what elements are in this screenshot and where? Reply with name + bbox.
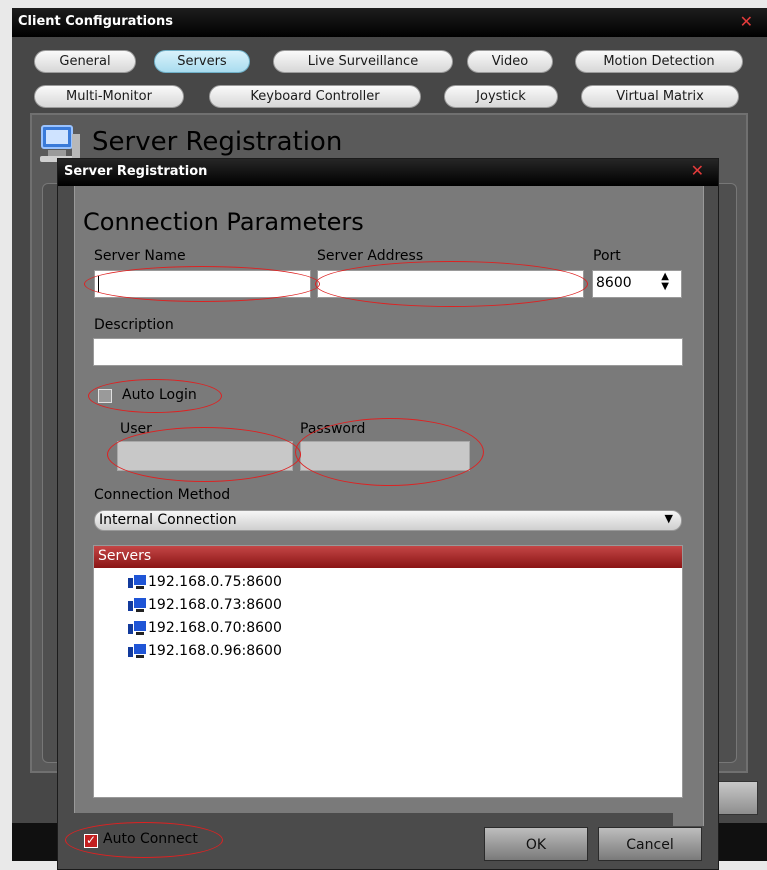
tab-keyboard-controller[interactable]: Keyboard Controller — [209, 85, 421, 108]
auto-login-checkbox[interactable] — [98, 389, 112, 403]
spin-arrows-icon[interactable]: ▲ ▼ — [661, 272, 669, 292]
server-list[interactable]: Servers 192.168.0.75:8600 192.168.0.73:8… — [93, 545, 683, 798]
monitor-icon — [128, 644, 146, 658]
monitor-icon — [128, 598, 146, 612]
auto-connect-label: Auto Connect — [103, 831, 198, 847]
port-value: 8600 — [596, 275, 632, 291]
server-address: 192.168.0.96:8600 — [148, 643, 282, 659]
chevron-down-icon[interactable]: ▼ — [665, 512, 673, 525]
list-item[interactable]: 192.168.0.75:8600 — [128, 574, 282, 597]
tab-live-surveillance[interactable]: Live Surveillance — [273, 50, 453, 73]
server-name-label: Server Name — [94, 248, 186, 264]
outer-action-button[interactable] — [718, 781, 758, 815]
user-label: User — [120, 421, 152, 437]
server-name-input[interactable] — [94, 270, 311, 298]
description-input[interactable] — [93, 338, 683, 366]
port-stepper[interactable]: 8600 ▲ ▼ — [592, 270, 682, 298]
tab-video[interactable]: Video — [467, 50, 553, 73]
outer-page-title: Server Registration — [92, 127, 343, 157]
server-address: 192.168.0.70:8600 — [148, 620, 282, 636]
window-title: Client Configurations — [18, 14, 173, 29]
user-input[interactable] — [117, 441, 293, 471]
text-cursor — [98, 276, 99, 292]
list-item[interactable]: 192.168.0.70:8600 — [128, 620, 282, 643]
close-icon[interactable]: ✕ — [691, 161, 704, 180]
tab-joystick[interactable]: Joystick — [444, 85, 558, 108]
connection-method-value: Internal Connection — [99, 512, 237, 528]
server-address: 192.168.0.73:8600 — [148, 597, 282, 613]
server-address-label: Server Address — [317, 248, 424, 264]
tab-multi-monitor[interactable]: Multi-Monitor — [34, 85, 184, 108]
cancel-button[interactable]: Cancel — [598, 827, 702, 861]
window-titlebar: Client Configurations ✕ — [12, 8, 767, 37]
server-address: 192.168.0.75:8600 — [148, 574, 282, 590]
port-label: Port — [593, 248, 621, 264]
connection-method-label: Connection Method — [94, 487, 231, 503]
ok-button[interactable]: OK — [484, 827, 588, 861]
dialog-title: Server Registration — [64, 164, 208, 179]
password-input[interactable] — [300, 441, 470, 471]
monitor-icon — [128, 621, 146, 635]
dialog-heading: Connection Parameters — [83, 208, 364, 236]
password-label: Password — [300, 421, 366, 437]
description-label: Description — [94, 317, 174, 333]
connection-method-select[interactable]: Internal Connection ▼ — [94, 510, 682, 531]
auto-connect-checkbox[interactable] — [84, 833, 98, 848]
close-icon[interactable]: ✕ — [740, 12, 753, 31]
tab-servers[interactable]: Servers — [154, 50, 250, 73]
tab-general[interactable]: General — [34, 50, 136, 73]
tab-motion-detection[interactable]: Motion Detection — [575, 50, 743, 73]
list-item[interactable]: 192.168.0.96:8600 — [128, 643, 282, 666]
tab-virtual-matrix[interactable]: Virtual Matrix — [581, 85, 739, 108]
monitor-icon — [128, 575, 146, 589]
auto-login-label: Auto Login — [122, 387, 197, 403]
list-item[interactable]: 192.168.0.73:8600 — [128, 597, 282, 620]
dialog-titlebar: Server Registration ✕ — [58, 159, 718, 186]
server-list-items: 192.168.0.75:8600 192.168.0.73:8600 192.… — [128, 574, 282, 666]
server-address-input[interactable] — [317, 270, 584, 298]
server-list-header: Servers — [94, 546, 682, 568]
